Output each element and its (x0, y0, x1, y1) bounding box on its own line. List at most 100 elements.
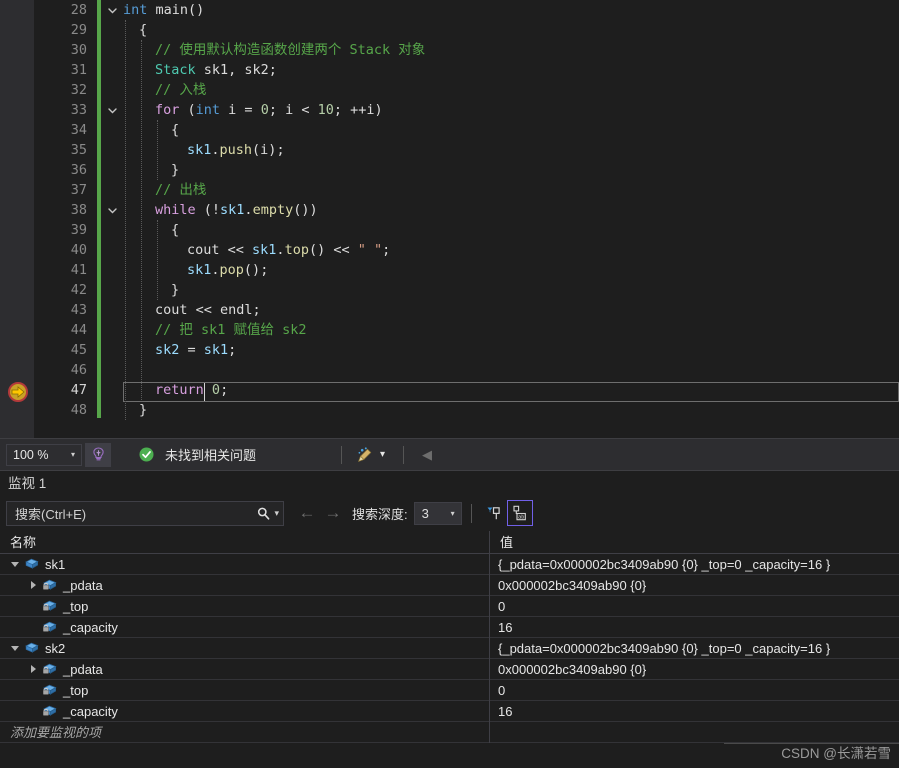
watch-row-name-cell[interactable]: _capacity (0, 616, 490, 638)
watch-row-name-cell[interactable]: _top (0, 679, 490, 701)
watch-search-input[interactable]: 搜索(Ctrl+E) ▾ (6, 500, 284, 526)
watch-panel: 监视 1 搜索(Ctrl+E) ▾ ← → 搜索深度: 3 ▾ ab 名称 值 … (0, 470, 899, 768)
search-depth-label: 搜索深度: (352, 506, 408, 522)
search-previous-button[interactable]: ← (294, 500, 320, 526)
code-line[interactable]: } (123, 400, 899, 420)
search-depth-select[interactable]: 3 ▾ (413, 501, 462, 525)
watch-row-name-cell[interactable]: _pdata (0, 574, 490, 596)
watch-toolbar: 搜索(Ctrl+E) ▾ ← → 搜索深度: 3 ▾ ab (0, 497, 899, 529)
line-number: 37 (70, 182, 87, 198)
code-line[interactable]: // 使用默认构造函数创建两个 Stack 对象 (123, 40, 899, 60)
status-divider (341, 445, 343, 464)
collapse-triangle-icon[interactable] (8, 554, 22, 575)
code-token: endl (220, 302, 253, 318)
fold-column[interactable] (101, 0, 123, 438)
chevron-down-icon[interactable] (105, 0, 119, 20)
code-token: () (243, 262, 261, 278)
code-token: // 入栈 (155, 82, 207, 98)
watch-row[interactable]: _pdata 0x000002bc3409ab90 {0} (0, 574, 899, 596)
expand-triangle-icon[interactable] (26, 659, 40, 680)
code-line[interactable]: // 出栈 (123, 180, 899, 200)
watch-row-value[interactable]: 0x000002bc3409ab90 {0} (490, 659, 899, 680)
add-watch-item-row[interactable]: 添加要监视的项 (0, 721, 899, 743)
code-token: sk1 (220, 202, 245, 218)
code-token: sk1 (187, 262, 212, 278)
watch-row-name-cell[interactable]: _top (0, 595, 490, 617)
watch-row-value[interactable]: {_pdata=0x000002bc3409ab90 {0} _top=0 _c… (490, 638, 899, 659)
zoom-level-value: 100 % (13, 447, 49, 462)
chevron-down-icon[interactable] (105, 100, 119, 120)
code-line[interactable]: { (123, 20, 899, 40)
code-token: main (155, 2, 189, 18)
watch-row-value[interactable]: 0 (490, 596, 899, 617)
code-token: { (171, 122, 180, 138)
code-line[interactable] (123, 360, 899, 380)
search-next-button[interactable]: → (320, 500, 346, 526)
watch-row[interactable]: _top 0 (0, 679, 899, 701)
search-options-chevron-icon[interactable]: ▾ (274, 508, 279, 519)
watch-row-value[interactable]: 16 (490, 701, 899, 722)
code-token: 0 (260, 102, 269, 118)
code-line[interactable]: { (123, 220, 899, 240)
code-cleanup-chevron-icon[interactable]: ▾ (380, 449, 385, 460)
breakpoint-margin[interactable] (0, 0, 34, 438)
code-token: sk1 (187, 142, 212, 158)
watch-row[interactable]: _top 0 (0, 595, 899, 617)
search-icon[interactable] (256, 506, 271, 521)
code-line[interactable]: // 入栈 (123, 80, 899, 100)
watch-row-name: _pdata (63, 577, 103, 593)
collapse-triangle-icon[interactable] (8, 638, 22, 659)
pin-filter-icon[interactable] (481, 500, 507, 526)
watch-row[interactable]: _pdata 0x000002bc3409ab90 {0} (0, 658, 899, 680)
watch-row-value[interactable]: {_pdata=0x000002bc3409ab90 {0} _top=0 _c… (490, 554, 899, 575)
watch-row-name-cell[interactable]: _capacity (0, 700, 490, 722)
column-header-name[interactable]: 名称 (0, 530, 490, 554)
chevron-down-icon[interactable] (105, 200, 119, 220)
code-line[interactable]: } (123, 280, 899, 300)
line-number-gutter: 28 29 30 31 32 33 34 35 36 37 38 39 40 41 42 43 44 45 46 47… (34, 0, 96, 438)
code-line[interactable]: sk1.push(i); (123, 140, 899, 160)
code-line[interactable]: sk1.pop(); (123, 260, 899, 280)
watch-row-name-cell[interactable]: sk1 (0, 553, 490, 575)
zoom-level-selector[interactable]: 100 % ▾ (6, 443, 82, 466)
watch-row[interactable]: sk1 {_pdata=0x000002bc3409ab90 {0} _top=0… (0, 553, 899, 575)
line-number: 32 (70, 82, 87, 98)
collapse-panel-icon[interactable]: ◀ (414, 443, 440, 467)
code-token: ; (252, 302, 261, 318)
code-line[interactable]: for (int i = 0; i < 10; ++i) (123, 100, 899, 120)
code-line[interactable]: { (123, 120, 899, 140)
watch-row-value[interactable]: 0 (490, 680, 899, 701)
code-line[interactable]: Stack sk1, sk2; (123, 60, 899, 80)
expand-triangle-icon[interactable] (26, 575, 40, 596)
add-watch-item-value-cell[interactable] (490, 722, 899, 743)
column-header-value[interactable]: 值 (490, 531, 899, 554)
code-token: sk1, sk2 (195, 62, 269, 78)
code-text-area[interactable]: int main(){// 使用默认构造函数创建两个 Stack 对象 Stack… (123, 0, 899, 438)
code-line[interactable]: int main() (123, 0, 899, 20)
code-editor[interactable]: 28 29 30 31 32 33 34 35 36 37 38 39 40 41 42 43 44 45 46 47… (0, 0, 899, 438)
line-number: 36 (70, 162, 87, 178)
watch-row-value[interactable]: 0x000002bc3409ab90 {0} (490, 575, 899, 596)
code-token: { (171, 222, 180, 238)
watch-row-name-cell[interactable]: sk2 (0, 637, 490, 659)
code-line[interactable]: cout << endl; (123, 300, 899, 320)
code-line[interactable]: // 把 sk1 赋值给 sk2 (123, 320, 899, 340)
code-line[interactable]: sk2 = sk1; (123, 340, 899, 360)
twisty-placeholder (26, 701, 40, 722)
indent-guide (125, 20, 126, 420)
show-values-icon[interactable]: ab (506, 500, 533, 526)
code-cleanup-icon[interactable] (352, 443, 378, 467)
code-token: } (171, 162, 180, 178)
no-issues-status-icon (133, 443, 159, 467)
watch-row-name-cell[interactable]: _pdata (0, 658, 490, 680)
watch-row[interactable]: sk2 {_pdata=0x000002bc3409ab90 {0} _top=0… (0, 637, 899, 659)
code-token: Stack (155, 62, 196, 78)
watch-row-value[interactable]: 16 (490, 617, 899, 638)
code-token: . (244, 202, 253, 218)
intellicode-icon[interactable] (85, 442, 111, 467)
code-line[interactable]: } (123, 160, 899, 180)
code-line[interactable]: while (!sk1.empty()) (123, 200, 899, 220)
watch-row[interactable]: _capacity 16 (0, 700, 899, 722)
code-line[interactable]: cout << sk1.top() << " "; (123, 240, 899, 260)
watch-row[interactable]: _capacity 16 (0, 616, 899, 638)
